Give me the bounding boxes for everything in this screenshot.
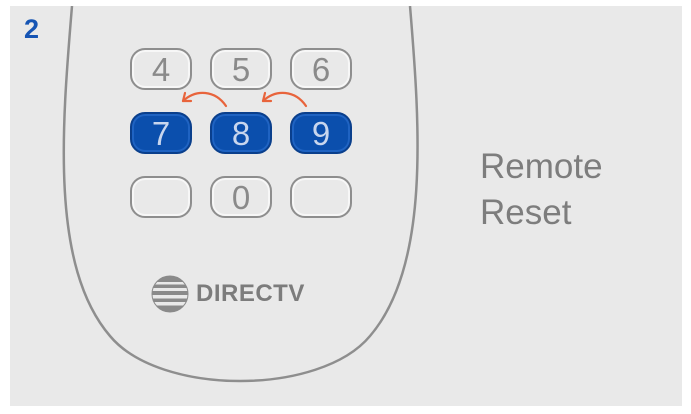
att-globe-icon (151, 275, 189, 313)
arrow-9-to-8-icon (261, 91, 308, 108)
directv-brand: DIRECTV (150, 274, 305, 314)
caption: Remote Reset (480, 144, 603, 236)
arrow-8-to-7-icon (181, 91, 228, 108)
caption-line-1: Remote (480, 147, 603, 186)
brand-name: DIRECTV (196, 280, 305, 307)
caption-line-2: Reset (480, 193, 572, 232)
instruction-panel: 2 4 5 6 7 8 9 0 DIRECTV Remote Reset (10, 6, 682, 406)
